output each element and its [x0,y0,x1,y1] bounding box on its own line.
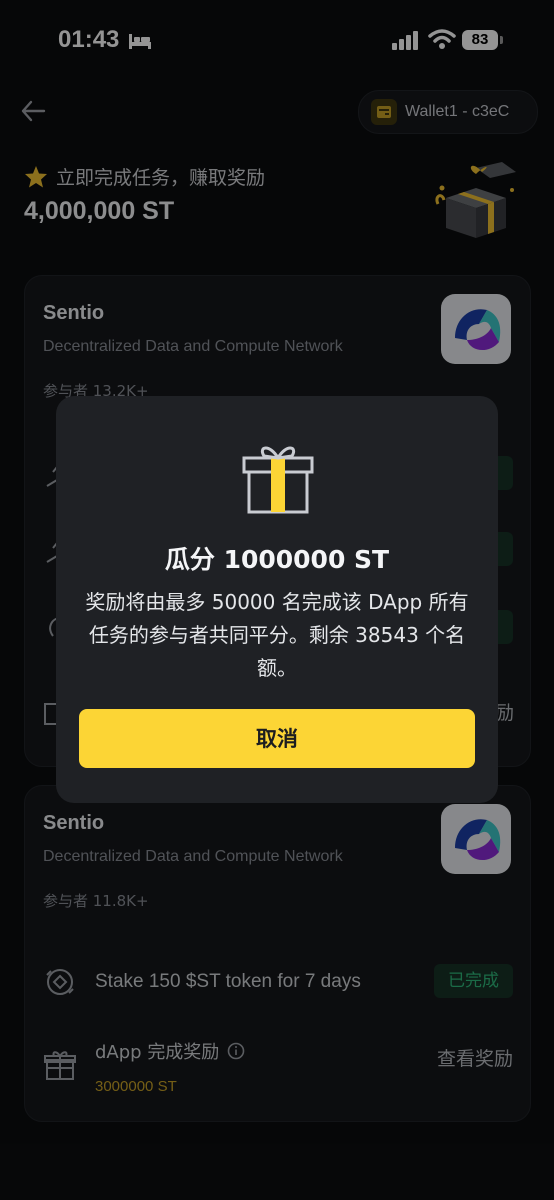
gift-icon [242,446,314,514]
cancel-button[interactable]: 取消 [79,709,475,768]
reward-split-dialog: 瓜分 1000000 ST 奖励将由最多 50000 名完成该 DApp 所有任… [56,396,498,803]
dialog-description: 奖励将由最多 50000 名完成该 DApp 所有任务的参与者共同平分。剩余 3… [85,590,469,680]
dialog-title: 瓜分 1000000 ST [164,545,390,574]
